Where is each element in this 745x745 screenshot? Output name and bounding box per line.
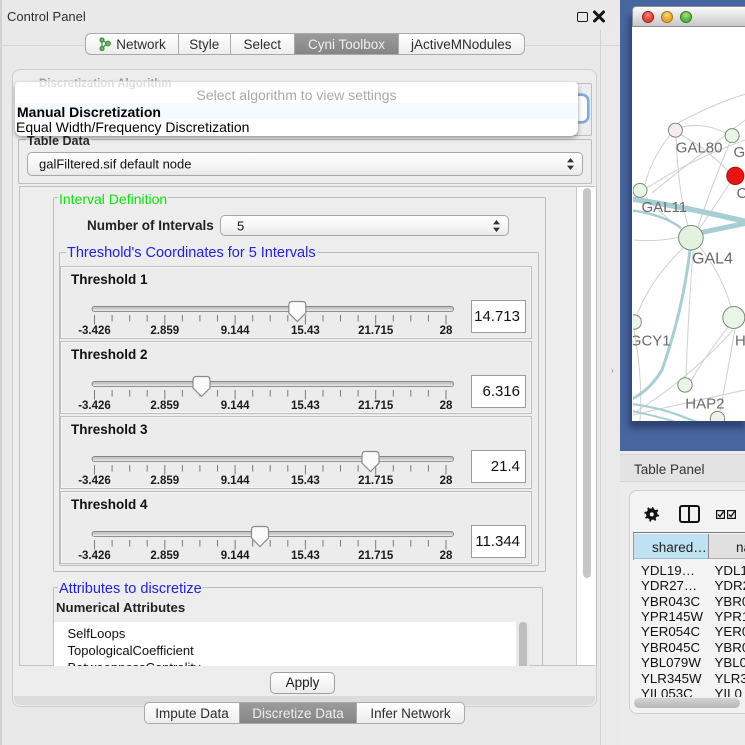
svg-text:28: 28 [440,550,453,562]
svg-text:GCY1: GCY1 [633,333,671,350]
svg-text:GA: GA [734,144,745,161]
svg-text:9.144: 9.144 [221,475,250,487]
svg-text:GAL4: GAL4 [692,251,733,268]
svg-text:15.43: 15.43 [291,325,320,337]
svg-text:2.859: 2.859 [150,325,179,337]
svg-text:21.715: 21.715 [358,325,394,337]
svg-text:9.144: 9.144 [221,550,250,562]
svg-text:HA: HA [735,333,745,350]
svg-text:2.859: 2.859 [150,475,179,487]
svg-text:28: 28 [440,475,453,487]
svg-text:-3.426: -3.426 [78,475,111,487]
svg-text:15.43: 15.43 [291,475,320,487]
svg-text:15.43: 15.43 [291,400,320,412]
svg-text:CO: CO [737,185,745,202]
svg-text:21.715: 21.715 [358,475,394,487]
svg-text:21.715: 21.715 [358,400,394,412]
svg-text:2.859: 2.859 [150,400,179,412]
svg-text:HAP2: HAP2 [685,396,724,413]
svg-text:2.859: 2.859 [150,550,179,562]
svg-text:28: 28 [440,400,453,412]
svg-text:-3.426: -3.426 [78,325,111,337]
svg-text:15.43: 15.43 [291,550,320,562]
svg-text:GAL80: GAL80 [676,140,723,157]
svg-text:21.715: 21.715 [358,550,394,562]
svg-text:-3.426: -3.426 [78,400,111,412]
svg-text:28: 28 [440,325,453,337]
svg-text:-3.426: -3.426 [78,550,111,562]
svg-text:9.144: 9.144 [221,400,250,412]
svg-text:GAL11: GAL11 [642,199,688,216]
svg-text:9.144: 9.144 [221,325,250,337]
